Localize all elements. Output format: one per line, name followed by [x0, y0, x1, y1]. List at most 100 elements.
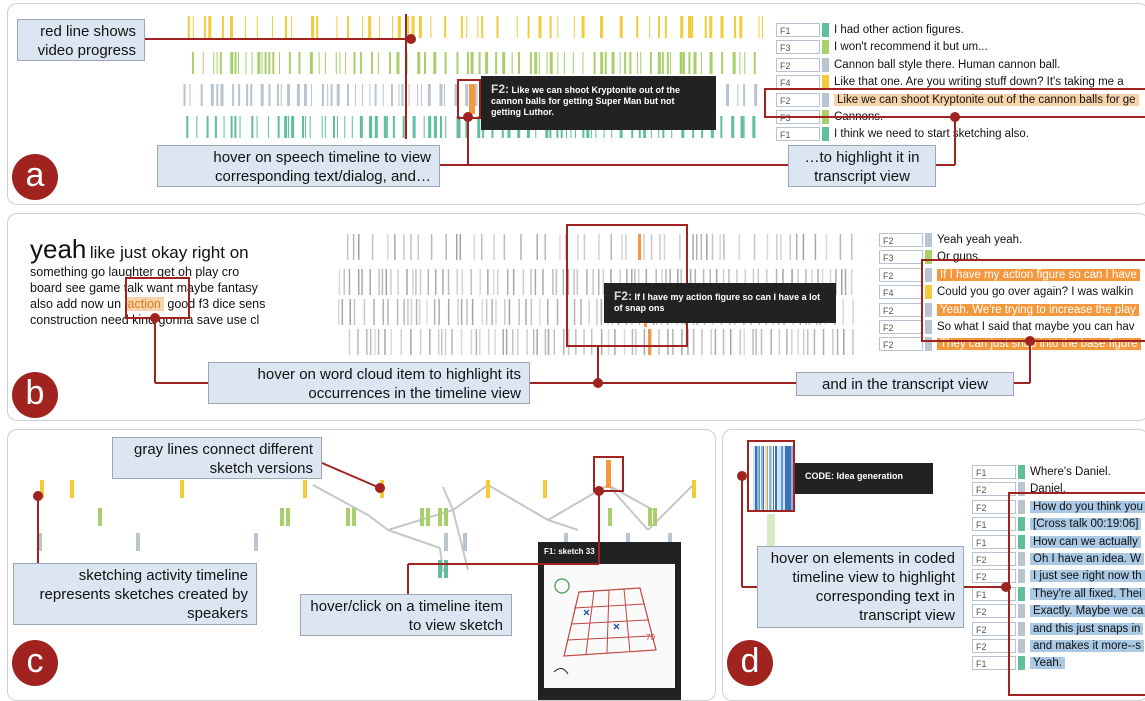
- timeline-tick[interactable]: [354, 84, 356, 106]
- timeline-tick[interactable]: [374, 84, 377, 106]
- timeline-tick[interactable]: [373, 299, 375, 325]
- timeline-tick[interactable]: [547, 299, 549, 325]
- timeline-tick[interactable]: [722, 329, 725, 355]
- timeline-tick[interactable]: [688, 16, 692, 38]
- timeline-tick[interactable]: [505, 329, 508, 355]
- timeline-tick[interactable]: [542, 269, 544, 295]
- sketch-item[interactable]: [608, 508, 612, 526]
- timeline-tick[interactable]: [417, 234, 420, 260]
- timeline-tick[interactable]: [390, 329, 393, 355]
- word-cloud-line1[interactable]: like just okay right on: [90, 243, 249, 262]
- timeline-tick[interactable]: [445, 234, 447, 260]
- timeline-tick[interactable]: [725, 84, 729, 106]
- timeline-tick[interactable]: [466, 299, 468, 325]
- timeline-tick[interactable]: [466, 16, 468, 38]
- timeline-tick[interactable]: [534, 52, 538, 74]
- timeline-tick[interactable]: [377, 52, 379, 74]
- timeline-tick[interactable]: [657, 16, 660, 38]
- timeline-tick[interactable]: [234, 116, 237, 138]
- timeline-tick[interactable]: [562, 269, 565, 295]
- timeline-tick[interactable]: [335, 52, 337, 74]
- timeline-tick[interactable]: [511, 329, 514, 355]
- timeline-tick[interactable]: [192, 16, 194, 38]
- timeline-tick[interactable]: [392, 116, 395, 138]
- timeline-tick[interactable]: [288, 52, 291, 74]
- timeline-tick[interactable]: [743, 329, 745, 355]
- timeline-tick[interactable]: [527, 16, 530, 38]
- timeline-tick[interactable]: [341, 299, 344, 325]
- timeline-tick[interactable]: [795, 234, 798, 260]
- timeline-tick[interactable]: [433, 116, 437, 138]
- timeline-tick[interactable]: [232, 84, 235, 106]
- timeline-tick[interactable]: [700, 52, 702, 74]
- timeline-tick[interactable]: [256, 16, 258, 38]
- timeline-tick[interactable]: [429, 329, 431, 355]
- timeline-tick[interactable]: [770, 329, 772, 355]
- sketch-item[interactable]: [692, 480, 696, 498]
- timeline-tick[interactable]: [407, 299, 409, 325]
- timeline-tick[interactable]: [386, 116, 388, 138]
- timeline-tick[interactable]: [544, 329, 547, 355]
- timeline-tick[interactable]: [403, 299, 405, 325]
- timeline-tick[interactable]: [238, 84, 241, 106]
- timeline-tick[interactable]: [692, 234, 694, 260]
- sketch-item[interactable]: [648, 508, 652, 526]
- timeline-tick[interactable]: [530, 299, 533, 325]
- timeline-tick[interactable]: [851, 234, 853, 260]
- timeline-tick[interactable]: [624, 52, 627, 74]
- timeline-tick[interactable]: [417, 84, 419, 106]
- timeline-tick[interactable]: [239, 116, 241, 138]
- timeline-tick[interactable]: [740, 116, 744, 138]
- timeline-tick[interactable]: [298, 52, 301, 74]
- timeline-tick[interactable]: [657, 52, 661, 74]
- timeline-tick[interactable]: [776, 234, 778, 260]
- timeline-tick[interactable]: [272, 52, 275, 74]
- timeline-tick[interactable]: [447, 299, 450, 325]
- timeline-tick[interactable]: [202, 52, 204, 74]
- timeline-tick[interactable]: [347, 84, 350, 106]
- timeline-tick[interactable]: [518, 299, 520, 325]
- timeline-tick[interactable]: [183, 84, 186, 106]
- timeline-tick[interactable]: [529, 52, 532, 74]
- timeline-tick[interactable]: [366, 329, 368, 355]
- timeline-tick[interactable]: [460, 16, 463, 38]
- timeline-tick[interactable]: [481, 299, 483, 325]
- timeline-tick[interactable]: [311, 16, 315, 38]
- timeline-tick[interactable]: [428, 116, 432, 138]
- transcript-row[interactable]: F2 Yeah yeah yeah.: [879, 232, 1145, 249]
- timeline-tick[interactable]: [321, 116, 323, 138]
- timeline-tick[interactable]: [723, 234, 725, 260]
- timeline-tick[interactable]: [666, 52, 669, 74]
- timeline-tick[interactable]: [353, 52, 356, 74]
- timeline-tick[interactable]: [512, 269, 515, 295]
- timeline-tick[interactable]: [582, 52, 584, 74]
- timeline-tick[interactable]: [761, 16, 763, 38]
- timeline-tick[interactable]: [503, 234, 506, 260]
- timeline-tick[interactable]: [629, 52, 632, 74]
- timeline-tick[interactable]: [216, 52, 218, 74]
- timeline-tick[interactable]: [301, 116, 304, 138]
- timeline-tick[interactable]: [349, 299, 351, 325]
- sketch-preview[interactable]: F1: sketch 33 70: [538, 542, 681, 700]
- timeline-tick[interactable]: [649, 52, 652, 74]
- sketch-item[interactable]: [444, 560, 448, 578]
- timeline-tick[interactable]: [415, 299, 418, 325]
- sketch-item[interactable]: [303, 480, 307, 498]
- sketch-item[interactable]: [254, 533, 258, 551]
- timeline-tick[interactable]: [704, 16, 707, 38]
- timeline-tick[interactable]: [430, 234, 433, 260]
- timeline-tick[interactable]: [530, 269, 532, 295]
- timeline-tick[interactable]: [291, 16, 293, 38]
- timeline-tick[interactable]: [538, 16, 542, 38]
- timeline-tick[interactable]: [410, 329, 412, 355]
- timeline-tick[interactable]: [318, 52, 320, 74]
- timeline-tick[interactable]: [438, 299, 440, 325]
- timeline-tick[interactable]: [649, 16, 651, 38]
- timeline-tick[interactable]: [497, 269, 499, 295]
- timeline-tick[interactable]: [544, 234, 546, 260]
- timeline-tick[interactable]: [832, 329, 834, 355]
- timeline-tick[interactable]: [353, 299, 356, 325]
- timeline-tick[interactable]: [508, 299, 511, 325]
- timeline-tick[interactable]: [553, 329, 556, 355]
- timeline-tick[interactable]: [842, 299, 844, 325]
